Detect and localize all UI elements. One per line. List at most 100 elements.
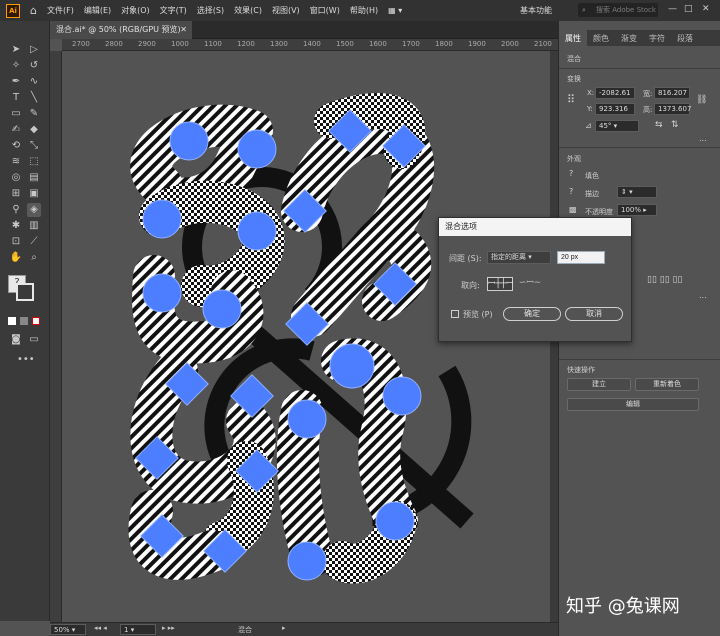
tools-panel: ➤ ▷ ✧ ↺ ✒ ∿ T ╲ ▭ ✎ ✍ ◆ ⟲ ⤡ ≋ ⬚ ◎ ▤ ⊞ ▣ … <box>0 21 50 621</box>
selection-tool-icon[interactable]: ➤ <box>9 43 23 57</box>
ruler-label: 2900 <box>138 40 156 48</box>
opacity-field[interactable]: 100% ▸ <box>617 204 657 216</box>
perspective-grid-icon[interactable]: ▤ <box>27 171 41 185</box>
transform-more-icon[interactable]: ... <box>699 134 707 143</box>
slice-tool-icon[interactable]: ⟋ <box>27 235 41 249</box>
screen-mode-icon[interactable]: ▭ <box>27 333 41 347</box>
spacing-select[interactable]: 指定的距离 ▾ <box>487 251 551 264</box>
tab-properties[interactable]: 属性 <box>559 30 587 46</box>
make-blend-button[interactable]: 建立 <box>567 378 631 391</box>
gradient-mode-icon[interactable] <box>20 317 28 325</box>
menu-view[interactable]: 视图(V) <box>272 5 300 16</box>
home-icon[interactable]: ⌂ <box>30 4 37 17</box>
align-more-icon[interactable]: ... <box>699 291 707 300</box>
lasso-tool-icon[interactable]: ↺ <box>27 59 41 73</box>
ruler-label: 1800 <box>435 40 453 48</box>
spacing-select-value: 指定的距离 <box>491 253 526 261</box>
menu-window[interactable]: 窗口(W) <box>310 5 340 16</box>
tab-paragraph[interactable]: 段落 <box>671 30 699 46</box>
minimize-icon[interactable]: — <box>668 4 677 14</box>
blend-tool-icon[interactable]: ◈ <box>27 203 41 217</box>
cancel-button[interactable]: 取消 <box>565 307 623 321</box>
stock-search-input[interactable]: ⌕ 搜索 Adobe Stock <box>578 3 658 17</box>
shape-builder-icon[interactable]: ◎ <box>9 171 23 185</box>
width-field[interactable]: 816.207 <box>654 87 690 99</box>
artboard-next-icon[interactable]: ▸ ▸▸ <box>162 624 175 632</box>
workspace-switcher[interactable]: 基本功能 <box>520 5 552 16</box>
tab-character[interactable]: 字符 <box>643 30 671 46</box>
none-mode-icon[interactable] <box>32 317 40 325</box>
shaper-tool-icon[interactable]: ✍ <box>9 123 23 137</box>
fill-swatch-icon[interactable]: ? <box>569 169 573 178</box>
document-tab[interactable]: 混合.ai* @ 50% (RGB/GPU 预览) ✕ <box>50 21 192 39</box>
tab-gradient[interactable]: 渐变 <box>615 30 643 46</box>
flip-vertical-icon[interactable]: ⇅ <box>671 120 679 130</box>
align-to-page-icon[interactable]: ꟷ┼┼ꟷ <box>487 277 514 291</box>
edit-button[interactable]: 编辑 <box>567 398 699 411</box>
free-transform-icon[interactable]: ⬚ <box>27 155 41 169</box>
tab-color[interactable]: 颜色 <box>587 30 615 46</box>
menu-help[interactable]: 帮助(H) <box>350 5 378 16</box>
maximize-icon[interactable]: □ <box>684 4 693 14</box>
menu-effect[interactable]: 效果(C) <box>234 5 262 16</box>
angle-field[interactable]: 45° ▾ <box>595 120 639 132</box>
type-tool-icon[interactable]: T <box>9 91 23 105</box>
zoom-tool-icon[interactable]: ⌕ <box>27 251 41 265</box>
pen-tool-icon[interactable]: ✒ <box>9 75 23 89</box>
column-graph-icon[interactable]: ▥ <box>27 219 41 233</box>
eyedropper-tool-icon[interactable]: ⚲ <box>9 203 23 217</box>
paintbrush-tool-icon[interactable]: ✎ <box>27 107 41 121</box>
rotate-tool-icon[interactable]: ⟲ <box>9 139 23 153</box>
menu-select[interactable]: 选择(S) <box>197 5 224 16</box>
rectangle-tool-icon[interactable]: ▭ <box>9 107 23 121</box>
arrange-documents-icon[interactable]: ▦ ▾ <box>388 6 402 15</box>
spacing-value-input[interactable] <box>557 251 605 264</box>
zoom-select[interactable]: 50% ▾ <box>50 624 86 635</box>
status-arrow-icon[interactable]: ▸ <box>282 624 286 632</box>
hand-tool-icon[interactable]: ✋ <box>9 251 23 265</box>
stroke-swatch-icon[interactable] <box>16 283 34 301</box>
artboard-prev-icon[interactable]: ◂◂ ◂ <box>94 624 107 632</box>
link-icon[interactable]: ⛓ <box>696 95 707 105</box>
ok-button[interactable]: 确定 <box>503 307 561 321</box>
stroke-weight-field[interactable]: ⇕ ▾ <box>617 186 657 198</box>
curvature-tool-icon[interactable]: ∿ <box>27 75 41 89</box>
x-field[interactable]: -2082.61 <box>595 87 635 99</box>
panel-tabs: 属性 颜色 渐变 字符 段落 <box>559 30 720 46</box>
close-tab-icon[interactable]: ✕ <box>180 21 187 39</box>
direct-selection-tool-icon[interactable]: ▷ <box>27 43 41 57</box>
recolor-button[interactable]: 重新着色 <box>635 378 699 391</box>
menu-object[interactable]: 对象(O) <box>121 5 150 16</box>
draw-mode-icon[interactable]: ◙ <box>9 333 23 347</box>
more-tools-icon[interactable]: ••• <box>17 353 35 367</box>
ruler-label: 1500 <box>336 40 354 48</box>
menu-file[interactable]: 文件(F) <box>47 5 74 16</box>
eraser-tool-icon[interactable]: ◆ <box>27 123 41 137</box>
artboard-number-input[interactable]: 1 ▾ <box>120 624 156 635</box>
menu-edit[interactable]: 编辑(E) <box>84 5 111 16</box>
preview-checkbox[interactable] <box>451 310 459 318</box>
align-icons[interactable]: ▯▯ ▯▯ ▯▯ <box>647 275 682 285</box>
mesh-tool-icon[interactable]: ⊞ <box>9 187 23 201</box>
line-tool-icon[interactable]: ╲ <box>27 91 41 105</box>
y-field[interactable]: 923.316 <box>595 103 635 115</box>
artboard-tool-icon[interactable]: ⊡ <box>9 235 23 249</box>
close-icon[interactable]: ✕ <box>702 4 710 14</box>
height-field[interactable]: 1373.607 <box>654 103 691 115</box>
stroke-swatch-icon[interactable]: ? <box>569 187 573 196</box>
menu-type[interactable]: 文字(T) <box>160 5 187 16</box>
ruler-label: 1400 <box>303 40 321 48</box>
scale-tool-icon[interactable]: ⤡ <box>27 139 41 153</box>
reference-point-icon[interactable]: ⠿ <box>567 93 575 106</box>
flip-horizontal-icon[interactable]: ⇆ <box>655 120 663 130</box>
appearance-title: 外观 <box>567 155 581 163</box>
ruler-label: 2000 <box>501 40 519 48</box>
gradient-tool-icon[interactable]: ▣ <box>27 187 41 201</box>
x-label: X: <box>587 89 595 97</box>
width-tool-icon[interactable]: ≋ <box>9 155 23 169</box>
align-to-path-icon[interactable]: ∽ꟷ∼ <box>517 277 543 291</box>
color-mode-icon[interactable] <box>8 317 16 325</box>
symbol-sprayer-icon[interactable]: ✱ <box>9 219 23 233</box>
divider <box>559 68 720 69</box>
magic-wand-icon[interactable]: ✧ <box>9 59 23 73</box>
